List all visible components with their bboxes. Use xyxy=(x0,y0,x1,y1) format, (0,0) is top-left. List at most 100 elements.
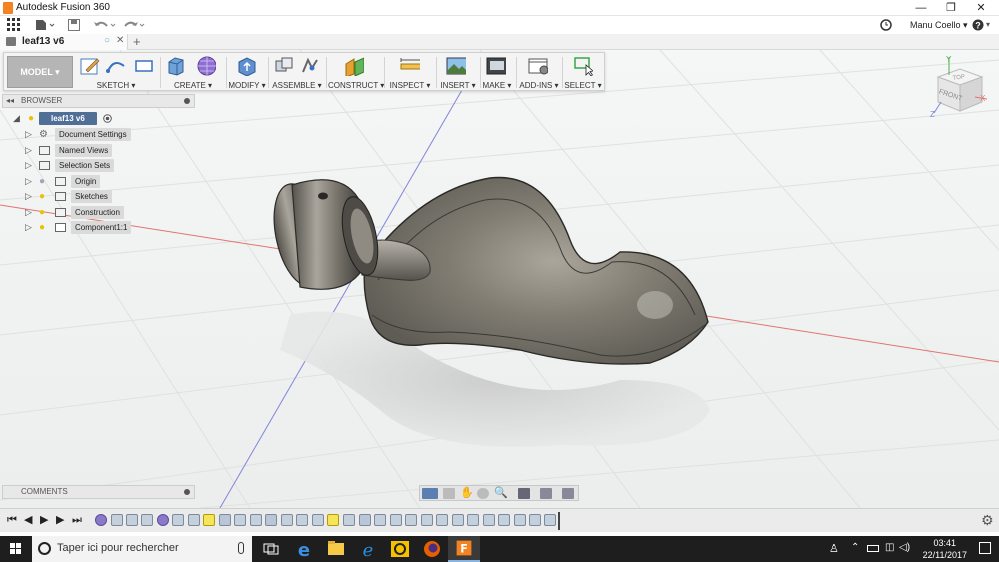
timeline-feature[interactable] xyxy=(498,514,510,526)
expand-arrow-icon[interactable]: ▷ xyxy=(25,208,32,217)
apps-grid-icon[interactable] xyxy=(7,18,20,31)
create-group[interactable]: CREATE ▾ xyxy=(164,55,222,90)
tree-item-origin[interactable]: ▷ ● Origin xyxy=(0,174,200,189)
timeline-feature-plane[interactable] xyxy=(327,514,339,526)
insert-canvas-icon[interactable] xyxy=(446,56,466,76)
timeline-feature[interactable] xyxy=(436,514,448,526)
battery-icon[interactable] xyxy=(867,545,879,552)
create-sketch-icon[interactable] xyxy=(80,56,100,76)
timeline-feature[interactable] xyxy=(296,514,308,526)
timeline-feature[interactable] xyxy=(234,514,246,526)
expand-arrow-icon[interactable]: ▷ xyxy=(25,130,32,139)
timeline-feature-form[interactable] xyxy=(95,514,107,526)
scripts-addins-icon[interactable] xyxy=(528,56,548,76)
rectangle-icon[interactable] xyxy=(134,56,154,76)
help-icon[interactable]: ? xyxy=(972,19,984,31)
timeline-feature[interactable] xyxy=(544,514,556,526)
modify-group[interactable]: MODIFY ▾ xyxy=(228,55,266,90)
visibility-bulb-icon[interactable]: ● xyxy=(28,113,37,124)
visibility-bulb-icon[interactable]: ● xyxy=(39,207,48,218)
timeline-feature[interactable] xyxy=(281,514,293,526)
timeline-feature[interactable] xyxy=(483,514,495,526)
timeline-feature-sketch[interactable] xyxy=(265,514,277,526)
timeline-feature[interactable] xyxy=(529,514,541,526)
timeline-feature[interactable] xyxy=(343,514,355,526)
job-status-clock-icon[interactable] xyxy=(880,19,892,31)
step-forward-icon[interactable]: ▶ xyxy=(56,513,64,527)
view-cube[interactable]: TOP FRONT Y X Z xyxy=(925,55,995,120)
help-dropdown-icon[interactable]: ▾ xyxy=(986,17,990,33)
notifications-icon[interactable] xyxy=(979,542,991,554)
3d-print-icon[interactable] xyxy=(486,56,506,76)
document-tab[interactable]: leaf13 v6 ○ ✕ xyxy=(0,34,128,50)
timeline-feature[interactable] xyxy=(405,514,417,526)
extrude-icon[interactable] xyxy=(166,56,186,76)
timeline-feature-sketch[interactable] xyxy=(219,514,231,526)
timeline-feature[interactable] xyxy=(390,514,402,526)
grid-snap-icon[interactable] xyxy=(540,488,552,499)
form-icon[interactable] xyxy=(196,56,216,76)
tree-item-component[interactable]: ▷ ● Component1:1 xyxy=(0,220,200,235)
go-to-start-icon[interactable]: ⏮ xyxy=(7,513,17,527)
play-icon[interactable]: ▶ xyxy=(40,513,48,527)
undo-icon[interactable] xyxy=(93,19,117,31)
timeline-feature[interactable] xyxy=(126,514,138,526)
minimize-button[interactable]: — xyxy=(906,0,936,16)
timeline-feature[interactable] xyxy=(250,514,262,526)
timeline-settings-gear-icon[interactable]: ⚙ xyxy=(981,513,994,527)
taskbar-search[interactable]: Taper ici pour rechercher xyxy=(32,536,252,562)
timeline-feature[interactable] xyxy=(111,514,123,526)
volume-icon[interactable]: ◁) xyxy=(899,542,910,553)
close-tab-button[interactable]: ✕ xyxy=(116,35,124,46)
visibility-bulb-icon[interactable]: ● xyxy=(39,176,48,187)
expand-arrow-icon[interactable]: ▷ xyxy=(25,177,32,186)
visibility-bulb-icon[interactable]: ● xyxy=(39,222,48,233)
orbit-icon[interactable] xyxy=(422,488,438,499)
expand-arrow-icon[interactable]: ▷ xyxy=(25,146,32,155)
activate-radio-icon[interactable] xyxy=(103,114,112,123)
pin-panel-icon[interactable] xyxy=(184,98,190,104)
norton-app-icon[interactable] xyxy=(384,536,416,562)
close-button[interactable]: ✕ xyxy=(966,0,996,16)
timeline-feature-form[interactable] xyxy=(157,514,169,526)
viewports-icon[interactable] xyxy=(562,488,574,499)
file-explorer-icon[interactable] xyxy=(320,536,352,562)
assemble-group[interactable]: ASSEMBLE ▾ xyxy=(270,55,324,90)
maximize-button[interactable]: ❐ xyxy=(936,0,966,16)
construct-group[interactable]: CONSTRUCT ▾ xyxy=(328,55,384,90)
collapse-panel-icon[interactable]: ◂◂ xyxy=(6,95,14,107)
new-component-icon[interactable] xyxy=(274,56,294,76)
tree-item-selection-sets[interactable]: ▷ Selection Sets xyxy=(0,158,200,173)
joint-icon[interactable] xyxy=(300,56,320,76)
timeline-feature-sketch[interactable] xyxy=(359,514,371,526)
tree-root-row[interactable]: ◢ ● leaf13 v6 xyxy=(0,111,200,126)
zoom-window-icon[interactable]: 🔍 xyxy=(494,488,508,499)
save-icon[interactable] xyxy=(68,19,80,31)
timeline-feature[interactable] xyxy=(172,514,184,526)
fusion-360-taskbar-icon[interactable]: F xyxy=(448,536,480,562)
display-settings-icon[interactable] xyxy=(518,488,530,499)
collapse-arrow-icon[interactable]: ◢ xyxy=(13,114,20,123)
task-view-icon[interactable] xyxy=(255,536,287,562)
measure-icon[interactable] xyxy=(400,56,420,76)
make-group[interactable]: MAKE ▾ xyxy=(482,55,512,90)
microphone-icon[interactable] xyxy=(238,542,244,554)
select-group[interactable]: SELECT ▾ xyxy=(564,55,602,90)
file-menu-icon[interactable] xyxy=(35,19,55,31)
comments-panel-header[interactable]: COMMENTS xyxy=(2,485,195,499)
edge-browser-icon[interactable]: e xyxy=(288,536,320,562)
visibility-bulb-icon[interactable]: ● xyxy=(39,191,48,202)
browser-panel-header[interactable]: ◂◂ BROWSER xyxy=(2,94,195,108)
taskbar-clock[interactable]: 03:41 22/11/2017 xyxy=(923,537,967,561)
firefox-icon[interactable] xyxy=(416,536,448,562)
network-icon[interactable]: ◫ xyxy=(885,542,894,553)
people-icon[interactable]: ♙ xyxy=(829,542,839,555)
step-back-icon[interactable]: ◀ xyxy=(24,513,32,527)
expand-arrow-icon[interactable]: ▷ xyxy=(25,223,32,232)
sketch-group[interactable]: SKETCH ▾ xyxy=(76,55,156,90)
offset-plane-icon[interactable] xyxy=(344,56,364,76)
tree-item-construction[interactable]: ▷ ● Construction xyxy=(0,205,200,220)
timeline-feature-plane[interactable] xyxy=(203,514,215,526)
redo-icon[interactable] xyxy=(122,19,146,31)
internet-explorer-icon[interactable]: e xyxy=(352,536,384,562)
